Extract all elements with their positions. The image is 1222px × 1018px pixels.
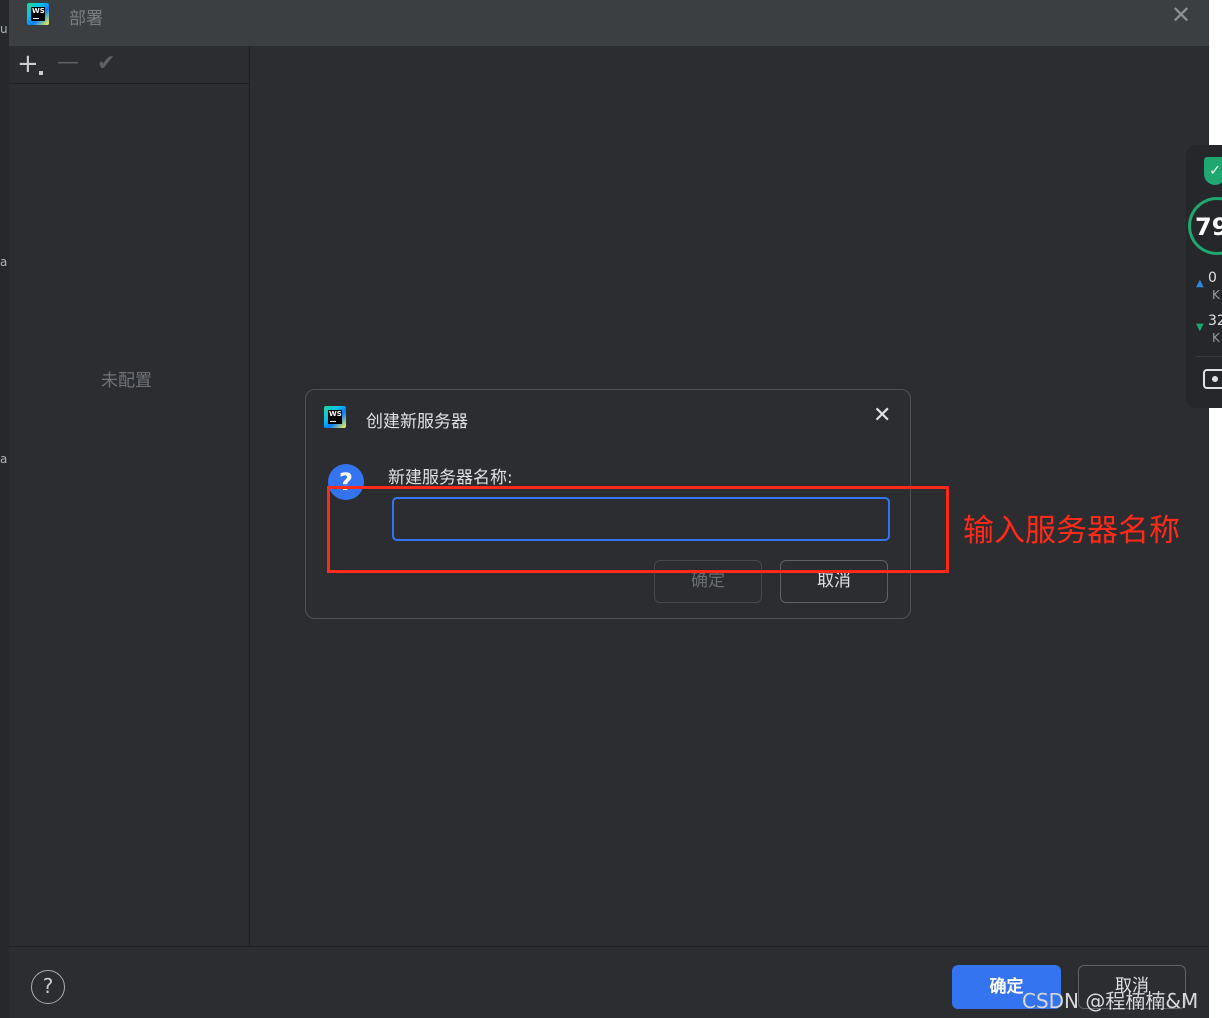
minus-icon[interactable]: — [57, 52, 79, 74]
widget-divider [1196, 356, 1222, 357]
check-icon[interactable]: ✔ [97, 53, 115, 75]
left-screen-edge: u a a [0, 0, 9, 1018]
upload-unit: K [1212, 288, 1220, 302]
annotation-highlight-box [327, 486, 949, 573]
score-value: 79 [1195, 213, 1222, 241]
download-value: 32 [1208, 313, 1222, 329]
webstorm-logo-icon: WS [27, 3, 49, 25]
annotation-text: 输入服务器名称 [963, 513, 1180, 549]
dialog-title: 创建新服务器 [366, 412, 468, 432]
dropdown-corner-icon [39, 71, 43, 75]
dialog-close-icon[interactable]: ✕ [873, 404, 891, 428]
edge-glyph: a [0, 255, 8, 269]
server-name-label: 新建服务器名称: [388, 468, 513, 488]
window-titlebar: WS 部署 ✕ [9, 0, 1209, 46]
logo-text: WS [328, 410, 342, 424]
window-close-icon[interactable]: ✕ [1171, 3, 1191, 27]
plus-icon[interactable]: + [17, 51, 43, 77]
shield-check-icon: ✓ [1204, 157, 1222, 185]
watermark-text: CSDN @程楠楠&M [1022, 989, 1199, 1013]
camera-icon[interactable] [1203, 369, 1222, 389]
window-title: 部署 [69, 9, 103, 29]
empty-state-text: 未配置 [101, 371, 152, 391]
server-list-panel: + — ✔ 未配置 [9, 46, 250, 946]
webstorm-logo-icon: WS [324, 406, 346, 428]
edge-glyph: a [0, 452, 8, 466]
download-unit: K [1212, 331, 1220, 345]
help-button[interactable]: ? [31, 970, 65, 1004]
server-list-toolbar: + — ✔ [9, 46, 250, 84]
download-arrow-icon: ▼ [1196, 322, 1204, 333]
upload-arrow-icon: ▲ [1196, 278, 1204, 289]
network-monitor-widget[interactable]: ✓ 79 ▲ 0 K ▼ 32 K [1186, 145, 1222, 408]
logo-text: WS [31, 7, 45, 21]
edge-glyph: u [0, 22, 8, 36]
upload-value: 0 [1208, 270, 1217, 286]
